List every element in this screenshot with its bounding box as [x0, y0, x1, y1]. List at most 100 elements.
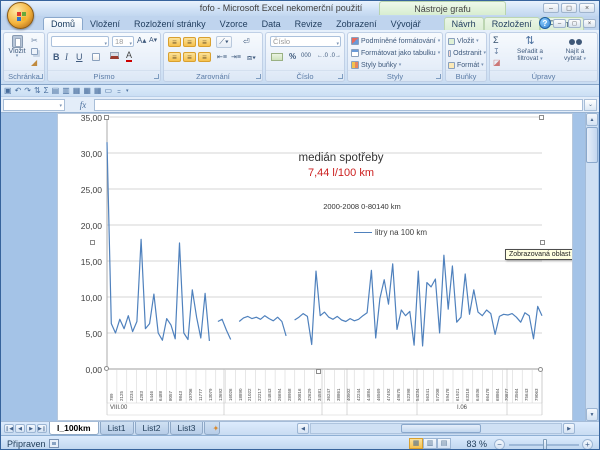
grid-icon[interactable]: ▦ [94, 86, 102, 96]
close-icon[interactable]: × [579, 3, 595, 13]
fill-icon[interactable]: ↧ [493, 47, 501, 56]
vertical-scrollbar[interactable]: ▲ ▼ [585, 113, 598, 421]
ribbon-tab-n-vrh[interactable]: Návrh [444, 17, 484, 30]
paste-button[interactable]: Vložit ▾ [6, 35, 28, 58]
align-left-icon[interactable]: ≡ [168, 52, 181, 62]
zoom-level[interactable]: 83 % [466, 439, 487, 449]
formula-input[interactable] [94, 99, 583, 111]
ribbon-tab-dom-[interactable]: Domů [43, 17, 83, 30]
first-sheet-icon[interactable]: ❙◀ [4, 424, 14, 433]
chart-subtitle-range[interactable]: 2000-2008 0-80140 km [257, 202, 467, 211]
paste-icon[interactable]: ▤ [52, 86, 60, 96]
page-break-view-icon[interactable]: ▤ [437, 438, 451, 449]
italic-button[interactable]: I [64, 51, 69, 63]
plot-area-selection-handle[interactable] [540, 240, 545, 245]
autosum-icon[interactable]: Σ [493, 35, 501, 45]
increase-decimal-icon[interactable]: ←.0 [316, 52, 329, 60]
comma-style-icon[interactable]: 000 [300, 52, 312, 60]
ribbon-tab-rozlo-en-[interactable]: Rozložení [484, 17, 540, 30]
delete-cells-button[interactable]: Odstranit▾ [446, 47, 486, 59]
increase-indent-icon[interactable]: ⇥≡ [230, 52, 242, 62]
plot-area-selection-handle[interactable] [104, 366, 109, 371]
zoom-in-icon[interactable]: + [582, 439, 593, 450]
plot-area-selection-handle[interactable] [538, 367, 543, 372]
chart-icon[interactable]: ▥ [62, 86, 70, 96]
page-layout-view-icon[interactable]: ▥ [423, 438, 437, 449]
chart-median-value[interactable]: 7,44 l/100 km [236, 167, 446, 179]
ribbon-tab-rozlo-en-str-nky[interactable]: Rozložení stránky [127, 18, 213, 30]
workbook-restore-icon[interactable]: ◻ [568, 19, 581, 28]
scroll-down-icon[interactable]: ▼ [586, 408, 598, 421]
plot-area-selection-handle[interactable] [316, 369, 321, 374]
scroll-right-icon[interactable]: ▶ [563, 423, 575, 434]
minimize-icon[interactable]: – [543, 3, 559, 13]
sheet-tab-list1[interactable]: List1 [100, 422, 134, 435]
save-icon[interactable]: ▣ [4, 86, 12, 96]
chart-legend[interactable]: litry na 100 km [354, 228, 427, 237]
align-top-icon[interactable]: ≡ [168, 37, 181, 47]
zoom-slider-thumb[interactable] [543, 439, 547, 450]
sort-ascending-icon[interactable]: ⇅ [34, 86, 41, 96]
clear-icon[interactable]: ◪ [493, 58, 501, 67]
font-size-combo[interactable]: 18▾ [112, 36, 134, 47]
cut-icon[interactable]: ✂ [31, 36, 38, 45]
macro-record-icon[interactable] [49, 439, 59, 448]
shrink-font-icon[interactable]: A▾ [148, 35, 158, 45]
merge-center-icon[interactable]: ⧈▾ [246, 52, 257, 64]
grow-font-icon[interactable]: A▴ [136, 35, 147, 46]
horizontal-scrollbar[interactable]: ◀ ▶ [297, 423, 577, 434]
number-format-combo[interactable]: Číslo▾ [270, 36, 341, 47]
customize-qat-icon[interactable]: ▾ [126, 86, 129, 96]
font-name-combo[interactable]: ▾ [51, 36, 109, 47]
borders-icon[interactable]: ▦ [83, 86, 91, 96]
percent-style-icon[interactable]: % [288, 51, 297, 62]
sheet-tab-l_100km[interactable]: l_100km [49, 422, 99, 435]
scroll-up-icon[interactable]: ▲ [586, 113, 598, 126]
insert-cells-button[interactable]: Vložit▾ [446, 35, 486, 47]
plot-area-selection-handle[interactable] [90, 240, 95, 245]
chart-title-median[interactable]: medián spotřeby [236, 152, 446, 164]
sum-icon[interactable]: Σ [44, 86, 49, 96]
conditional-formatting-button[interactable]: Podmíněné formátování▾ [348, 35, 442, 47]
ribbon-tab-vzorce[interactable]: Vzorce [213, 18, 255, 30]
sheet-tab-list2[interactable]: List2 [135, 422, 169, 435]
window-icon[interactable]: ▭ [104, 86, 112, 96]
scroll-left-icon[interactable]: ◀ [297, 423, 309, 434]
ribbon-tab-v-voj-[interactable]: Vývojář [384, 18, 428, 30]
find-select-button[interactable]: Najít avybrat ▾ [554, 35, 596, 63]
restore-icon[interactable]: ◻ [561, 3, 577, 13]
wrap-text-icon[interactable]: ⏎ [242, 36, 251, 47]
align-center-icon[interactable]: ≡ [183, 52, 196, 62]
clipboard-dialog-launcher[interactable] [38, 74, 43, 79]
format-painter-icon[interactable]: ◢ [31, 58, 38, 67]
next-sheet-icon[interactable]: ▶ [26, 424, 36, 433]
underline-button[interactable]: U [75, 51, 84, 63]
accounting-format-icon[interactable] [271, 53, 283, 61]
number-dialog-launcher[interactable] [338, 74, 343, 79]
align-bottom-icon[interactable]: ≡ [198, 37, 211, 47]
ribbon-tab-vlo-en-[interactable]: Vložení [83, 18, 127, 30]
bold-button[interactable]: B [52, 51, 61, 63]
borders-icon[interactable] [92, 53, 100, 61]
workbook-minimize-icon[interactable]: – [553, 19, 566, 28]
redo-icon[interactable]: ↷ [24, 86, 31, 96]
alignment-dialog-launcher[interactable] [256, 74, 261, 79]
chart-sheet[interactable]: 0,005,0010,0015,0020,0025,0030,0035,00 7… [57, 113, 573, 421]
insert-function-button[interactable]: fx [75, 99, 91, 111]
prev-sheet-icon[interactable]: ◀ [15, 424, 25, 433]
table-icon[interactable]: ▦ [73, 86, 81, 96]
formula-bar-expand-button[interactable]: ⌄ [584, 99, 597, 111]
align-right-icon[interactable]: ≡ [198, 52, 211, 62]
ribbon-tab-zobrazen-[interactable]: Zobrazení [329, 18, 384, 30]
normal-view-icon[interactable]: ▦ [409, 438, 423, 449]
orientation-icon[interactable]: ⟋▾ [216, 36, 232, 48]
ribbon-tab-revize[interactable]: Revize [288, 18, 330, 30]
help-icon[interactable]: ? [539, 17, 551, 29]
font-color-icon[interactable]: A [126, 50, 132, 62]
sheet-tab-list3[interactable]: List3 [170, 422, 204, 435]
decrease-decimal-icon[interactable]: .0→ [329, 52, 342, 60]
horizontal-scroll-thumb[interactable] [401, 424, 481, 433]
font-dialog-launcher[interactable] [154, 74, 159, 79]
zoom-out-icon[interactable]: − [494, 439, 505, 450]
sort-filter-button[interactable]: ⇅ Seřadit afiltrovat ▾ [508, 35, 552, 63]
